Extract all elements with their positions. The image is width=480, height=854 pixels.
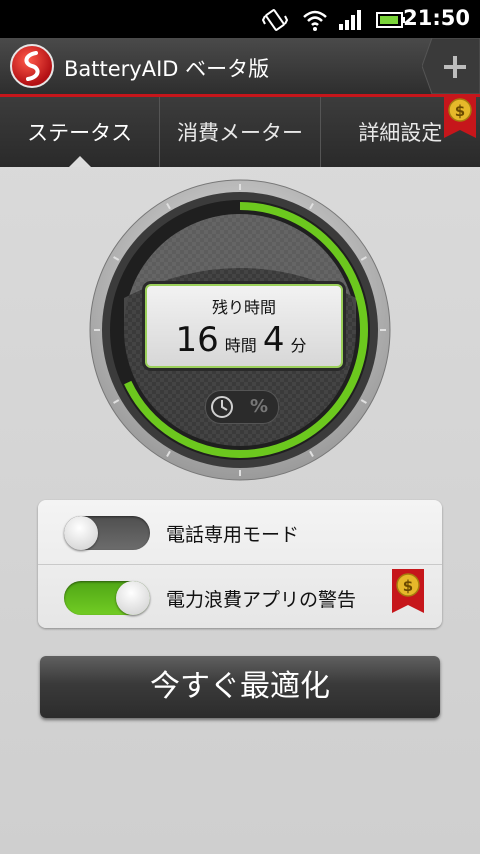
remaining-time-display: 残り時間 16 時間 4 分 (145, 284, 343, 368)
hours-unit: 時間 (224, 336, 257, 355)
minutes-unit: 分 (290, 336, 307, 355)
tab-bar: ステータス 消費メーター 詳細設定 (0, 97, 480, 167)
app-logo-icon (10, 44, 54, 88)
status-bar: 21:50 (0, 0, 480, 38)
add-button[interactable] (421, 37, 480, 95)
switch-knob (64, 516, 98, 550)
remaining-time-label: 残り時間 (211, 298, 276, 317)
tab-label: ステータス (27, 121, 133, 145)
minutes-value: 4 (262, 320, 285, 360)
signal-icon (339, 10, 361, 30)
svg-text:$: $ (403, 577, 413, 595)
tab-label: 詳細設定 (358, 121, 443, 145)
active-tab-pointer (68, 156, 91, 167)
premium-badge-icon: $ (444, 94, 476, 138)
tab-consumption-meter[interactable]: 消費メーター (160, 97, 321, 167)
remaining-time-value: 16 時間 4 分 (147, 320, 341, 360)
wifi-icon (303, 10, 327, 31)
premium-badge-icon: $ (392, 569, 424, 613)
svg-text:$: $ (455, 102, 465, 120)
power-waste-warning-row: 電力浪費アプリの警告 $ (38, 564, 442, 628)
switch-knob (116, 581, 150, 615)
phone-only-mode-label: 電話専用モード (166, 524, 300, 546)
percent-icon: % (250, 396, 269, 417)
battery-icon (376, 12, 405, 28)
phone-only-mode-switch[interactable] (64, 516, 150, 550)
display-mode-toggle[interactable]: % (205, 390, 279, 424)
optimize-now-button[interactable]: 今すぐ最適化 (40, 656, 440, 718)
settings-panel: 電話専用モード 電力浪費アプリの警告 $ (38, 500, 442, 628)
phone-only-mode-row: 電話専用モード (38, 500, 442, 563)
tab-label: 消費メーター (176, 121, 303, 145)
clock: 21:50 (403, 6, 470, 30)
timer-icon (211, 396, 233, 418)
vibrate-icon (262, 9, 288, 31)
power-waste-warning-label: 電力浪費アプリの警告 (166, 589, 357, 611)
tab-status[interactable]: ステータス (0, 97, 161, 167)
power-waste-warning-switch[interactable] (64, 581, 150, 615)
hours-value: 16 (175, 320, 219, 360)
app-title: BatteryAID ベータ版 (64, 57, 270, 81)
app-bar: BatteryAID ベータ版 (0, 37, 480, 97)
